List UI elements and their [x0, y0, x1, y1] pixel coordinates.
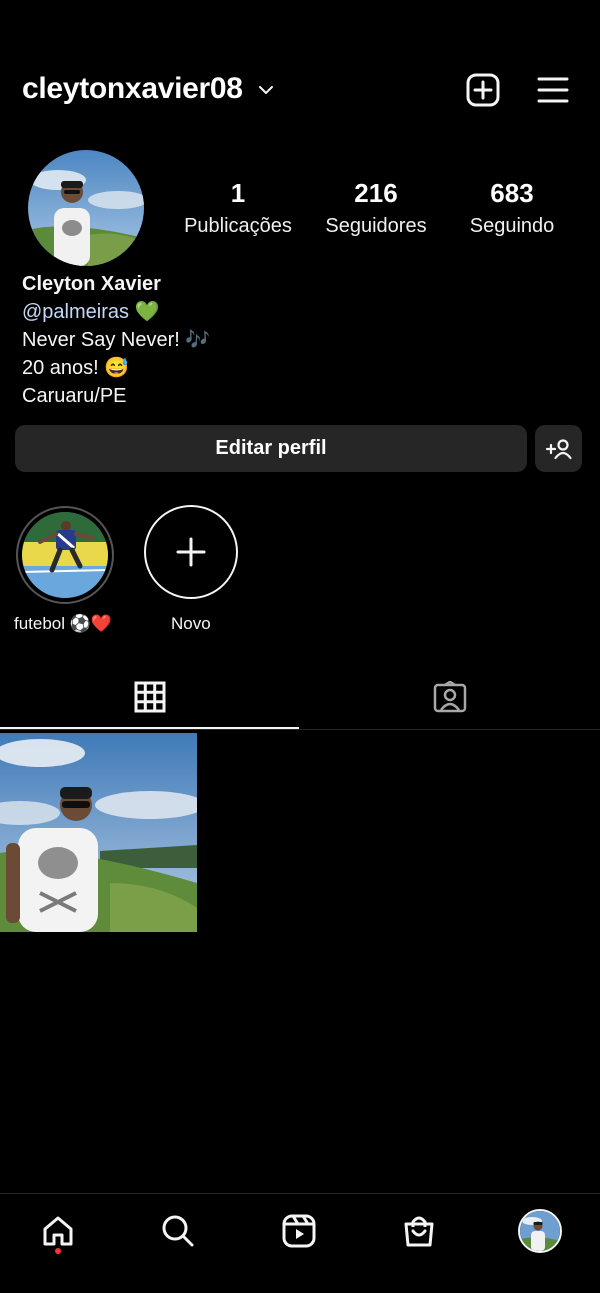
tab-divider [0, 729, 600, 730]
plus-icon [176, 537, 206, 567]
post-thumbnail[interactable] [0, 733, 197, 932]
smile-sweat-emoji: 😅 [104, 357, 130, 379]
bio-line-2: 20 anos! 😅 [22, 357, 130, 379]
nav-search[interactable] [148, 1206, 208, 1256]
new-highlight-button[interactable] [144, 505, 238, 599]
stat-posts-count: 1 [230, 178, 246, 208]
new-post-button[interactable] [463, 70, 503, 110]
green-heart-emoji: 💚 [134, 301, 160, 323]
profile-avatar[interactable] [28, 150, 144, 266]
profile-avatar-icon [518, 1209, 562, 1253]
avatar-photo [28, 150, 144, 266]
new-highlight-label: Novo [171, 614, 211, 633]
stat-posts[interactable]: 1 Publicações [178, 178, 298, 238]
add-person-icon [545, 438, 572, 459]
nav-shop[interactable] [389, 1206, 449, 1256]
stat-following[interactable]: 683 Seguindo [452, 178, 572, 238]
menu-button[interactable] [533, 70, 573, 110]
hamburger-menu-icon [537, 77, 569, 103]
music-notes-emoji: 🎶 [185, 329, 211, 351]
profile-bio: Cleyton Xavier @palmeiras 💚 Never Say Ne… [22, 270, 210, 410]
edit-profile-button[interactable]: Editar perfil [15, 425, 527, 472]
highlight-futebol-label: futebol ⚽❤️ [14, 614, 113, 633]
top-header: cleytonxavier08 [0, 62, 600, 118]
stat-followers-count: 216 [354, 178, 398, 208]
discover-people-button[interactable] [535, 425, 582, 472]
highlight-futebol-cover [22, 512, 108, 598]
profile-username[interactable]: cleytonxavier08 [22, 72, 243, 106]
post-photo [0, 733, 197, 932]
profile-display-name: Cleyton Xavier [22, 273, 161, 295]
stat-followers[interactable]: 216 Seguidores [316, 178, 436, 238]
bio-line-3: Caruaru/PE [22, 385, 127, 407]
reels-icon [282, 1214, 316, 1248]
chevron-down-icon[interactable] [256, 80, 276, 100]
home-icon [43, 1216, 73, 1246]
bio-mention-line: @palmeiras 💚 [22, 298, 210, 326]
nav-reels[interactable] [269, 1206, 329, 1256]
plus-square-icon [466, 73, 500, 107]
highlight-futebol[interactable] [16, 506, 114, 604]
bio-mention-link[interactable]: @palmeiras [22, 301, 129, 323]
tab-tagged[interactable] [300, 666, 599, 728]
stat-posts-label: Publicações [184, 215, 292, 237]
shop-bag-icon [404, 1216, 434, 1247]
stat-followers-label: Seguidores [325, 215, 427, 237]
stat-following-label: Seguindo [469, 215, 555, 237]
tagged-person-icon [433, 681, 466, 713]
bottom-navigation [0, 1193, 600, 1293]
grid-icon [134, 681, 165, 713]
search-icon [162, 1215, 194, 1247]
tab-posts-grid[interactable] [0, 666, 299, 728]
bio-line-1: Never Say Never! 🎶 [22, 329, 211, 351]
home-notification-dot [55, 1248, 61, 1254]
nav-profile[interactable] [510, 1206, 570, 1256]
stat-following-count: 683 [490, 178, 534, 208]
